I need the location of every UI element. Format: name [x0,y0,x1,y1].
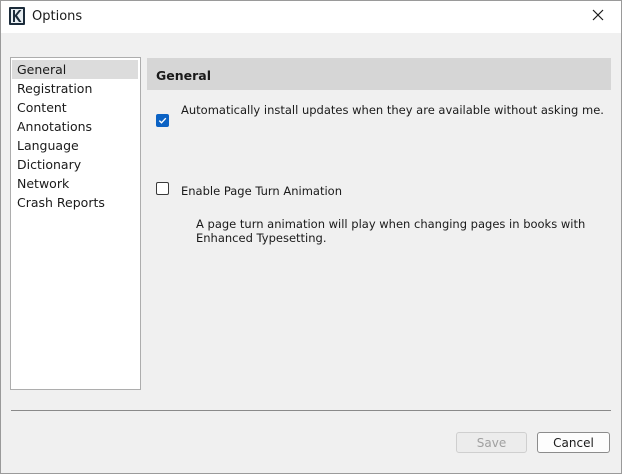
sidebar-item-language[interactable]: Language [12,136,138,155]
sidebar-item-crash-reports[interactable]: Crash Reports [12,193,138,212]
kindle-app-icon [9,7,25,25]
panel-header: General [147,58,611,90]
sidebar-item-annotations[interactable]: Annotations [12,117,138,136]
divider [11,410,611,411]
page-turn-animation-checkbox[interactable] [156,182,169,195]
sidebar-item-dictionary[interactable]: Dictionary [12,155,138,174]
auto-update-checkbox[interactable] [156,114,169,127]
close-icon [592,9,604,24]
page-turn-animation-label[interactable]: Enable Page Turn Animation [181,184,342,198]
page-turn-description: A page turn animation will play when cha… [196,217,586,245]
sidebar-item-content[interactable]: Content [12,98,138,117]
sidebar-item-network[interactable]: Network [12,174,138,193]
options-window: Options General Registration Content Ann… [0,0,622,474]
category-list[interactable]: General Registration Content Annotations… [10,57,141,390]
sidebar-item-general[interactable]: General [12,60,138,79]
close-button[interactable] [575,1,621,32]
window-title: Options [32,9,83,24]
sidebar-item-registration[interactable]: Registration [12,79,138,98]
panel-title: General [156,68,211,83]
cancel-button[interactable]: Cancel [537,432,610,453]
save-button[interactable]: Save [456,432,527,453]
checkmark-icon [157,115,168,126]
auto-update-label[interactable]: Automatically install updates when they … [181,103,604,117]
title-bar[interactable]: Options [1,1,621,33]
